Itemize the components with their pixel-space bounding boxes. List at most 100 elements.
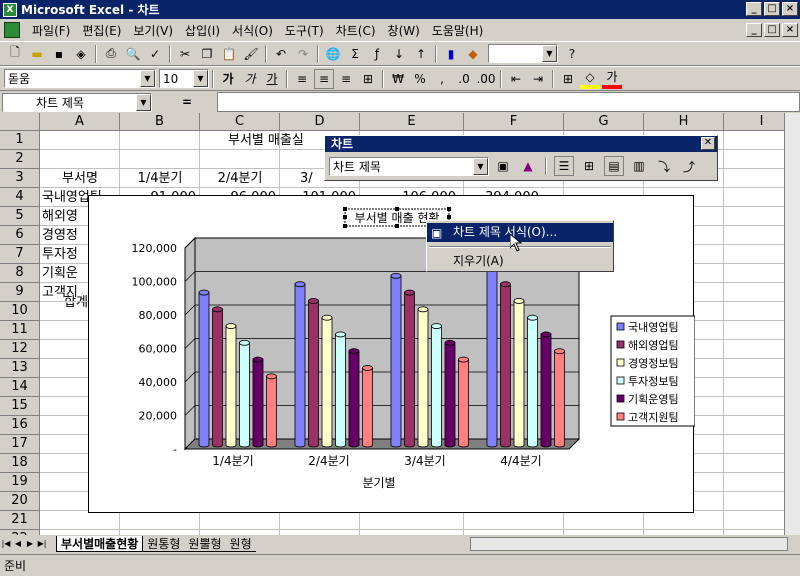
spelling-icon[interactable]: ✓ bbox=[145, 44, 165, 64]
chart-bar[interactable] bbox=[554, 348, 565, 448]
workbook-icon[interactable] bbox=[4, 22, 20, 38]
row-header[interactable]: 7 bbox=[0, 245, 40, 264]
row-header[interactable]: 8 bbox=[0, 264, 40, 283]
row-header[interactable]: 5 bbox=[0, 207, 40, 226]
chart-bar[interactable] bbox=[212, 306, 223, 448]
borders-icon[interactable]: ⊞ bbox=[558, 69, 578, 89]
maximize-button[interactable]: □ bbox=[764, 2, 780, 16]
increase-decimal-icon[interactable]: .0 bbox=[454, 69, 474, 89]
chart-bar[interactable] bbox=[335, 331, 346, 448]
dept-cell[interactable]: 투자정 bbox=[42, 245, 88, 264]
chart-bar[interactable] bbox=[390, 272, 402, 448]
angle-down-icon[interactable]: ⤵ bbox=[654, 156, 674, 176]
chart-bar[interactable] bbox=[500, 281, 511, 448]
clear-menu-item[interactable]: 지우기(A) bbox=[427, 252, 613, 271]
menu-window[interactable]: 창(W) bbox=[382, 22, 426, 39]
row-header[interactable]: 13 bbox=[0, 359, 40, 378]
row-header[interactable]: 9 bbox=[0, 283, 40, 302]
formula-input[interactable] bbox=[217, 92, 800, 112]
doc-restore-button[interactable]: □ bbox=[764, 23, 780, 37]
row-header[interactable]: 16 bbox=[0, 416, 40, 435]
header-cell[interactable]: 부서명 bbox=[40, 169, 120, 188]
function-icon[interactable]: ƒ bbox=[367, 44, 387, 64]
align-center-icon[interactable]: ≡ bbox=[314, 68, 334, 89]
close-button[interactable]: × bbox=[782, 2, 798, 16]
drawing-icon[interactable]: ◆ bbox=[463, 44, 483, 64]
next-sheet-button[interactable]: ▶ bbox=[24, 537, 36, 551]
chart-toolbar-title[interactable]: 차트 ✕ bbox=[325, 136, 717, 152]
by-column-icon[interactable]: ▥ bbox=[629, 156, 649, 176]
undo-icon[interactable]: ↶ bbox=[271, 44, 291, 64]
vertical-scrollbar[interactable] bbox=[784, 113, 800, 535]
chart-bar[interactable] bbox=[431, 323, 442, 448]
column-header[interactable]: A bbox=[40, 113, 120, 131]
row-header[interactable]: 4 bbox=[0, 188, 40, 207]
underline-button[interactable]: 가 bbox=[262, 69, 282, 89]
row-header[interactable]: 11 bbox=[0, 321, 40, 340]
decrease-indent-icon[interactable]: ⇤ bbox=[506, 69, 526, 89]
open-icon[interactable]: ▬ bbox=[27, 44, 47, 64]
chart-objects-combo[interactable]: 차트 제목 ▼ bbox=[329, 156, 489, 176]
cut-icon[interactable]: ✂ bbox=[175, 44, 195, 64]
copy-icon[interactable]: ❐ bbox=[197, 44, 217, 64]
total-label-cell[interactable]: 합계 bbox=[64, 293, 88, 312]
chart-bar[interactable] bbox=[266, 373, 277, 448]
row-header[interactable]: 18 bbox=[0, 454, 40, 473]
chart-bar[interactable] bbox=[513, 298, 525, 448]
data-table-icon[interactable]: ⊞ bbox=[579, 156, 599, 176]
header-cell[interactable]: 3/ bbox=[300, 169, 324, 188]
chart-bar[interactable] bbox=[198, 289, 210, 448]
column-header[interactable]: C bbox=[200, 113, 280, 131]
save-icon[interactable]: ▪ bbox=[49, 44, 69, 64]
column-header[interactable]: D bbox=[280, 113, 360, 131]
chart-toolbar-close-icon[interactable]: ✕ bbox=[701, 137, 715, 150]
paste-icon[interactable]: 📋 bbox=[219, 44, 239, 64]
chart-bar[interactable] bbox=[348, 348, 360, 448]
row-header[interactable]: 3 bbox=[0, 169, 40, 188]
row-header[interactable]: 12 bbox=[0, 340, 40, 359]
sheet-tab[interactable]: 원뿔형 bbox=[184, 536, 226, 552]
chart-bar[interactable] bbox=[294, 281, 306, 448]
row-header[interactable]: 19 bbox=[0, 473, 40, 492]
doc-close-button[interactable]: × bbox=[782, 23, 798, 37]
column-header[interactable]: E bbox=[360, 113, 464, 131]
row-header[interactable]: 21 bbox=[0, 511, 40, 530]
menu-chart[interactable]: 차트(C) bbox=[330, 22, 382, 39]
new-icon[interactable]: 🗋 bbox=[5, 44, 25, 64]
format-selected-icon[interactable]: ▣ bbox=[493, 156, 513, 176]
chart-bar[interactable] bbox=[308, 298, 319, 448]
bold-button[interactable]: 가 bbox=[218, 69, 238, 89]
align-left-icon[interactable]: ≡ bbox=[292, 69, 312, 89]
permission-icon[interactable]: ◈ bbox=[71, 44, 91, 64]
angle-up-icon[interactable]: ⤴ bbox=[679, 156, 699, 176]
align-right-icon[interactable]: ≡ bbox=[336, 69, 356, 89]
by-row-icon[interactable]: ▤ bbox=[604, 156, 624, 176]
italic-button[interactable]: 가 bbox=[240, 69, 260, 89]
menu-edit[interactable]: 편집(E) bbox=[76, 22, 127, 39]
minimize-button[interactable]: _ bbox=[746, 2, 762, 16]
percent-icon[interactable]: % bbox=[410, 69, 430, 89]
sheet-tab[interactable]: 원형 bbox=[225, 536, 256, 552]
menu-file[interactable]: 파일(F) bbox=[26, 22, 76, 39]
menu-tools[interactable]: 도구(T) bbox=[279, 22, 330, 39]
select-all-corner[interactable] bbox=[0, 113, 40, 131]
row-header[interactable]: 17 bbox=[0, 435, 40, 454]
zoom-combo[interactable]: ▼ bbox=[488, 44, 558, 63]
column-header[interactable]: H bbox=[644, 113, 724, 131]
dept-cell[interactable]: 기획운 bbox=[42, 264, 88, 283]
name-box[interactable]: 차트 제목 ▼ bbox=[2, 92, 152, 112]
horizontal-scrollbar[interactable] bbox=[470, 537, 788, 551]
menu-insert[interactable]: 삽입(I) bbox=[179, 22, 226, 39]
chart-bar[interactable] bbox=[458, 356, 469, 448]
hyperlink-icon[interactable]: 🌐 bbox=[323, 44, 343, 64]
column-header[interactable]: F bbox=[464, 113, 564, 131]
column-header[interactable]: B bbox=[120, 113, 200, 131]
row-header[interactable]: 1 bbox=[0, 131, 40, 150]
legend-icon[interactable]: ☰ bbox=[554, 156, 574, 176]
sheet-tab[interactable]: 원통형 bbox=[143, 536, 185, 552]
prev-sheet-button[interactable]: ◀ bbox=[12, 537, 24, 551]
chart-wizard-icon[interactable]: ▮ bbox=[441, 44, 461, 64]
format-painter-icon[interactable]: 🖌 bbox=[241, 44, 261, 64]
chart-bar[interactable] bbox=[404, 289, 415, 448]
chart-bar[interactable] bbox=[321, 314, 333, 448]
